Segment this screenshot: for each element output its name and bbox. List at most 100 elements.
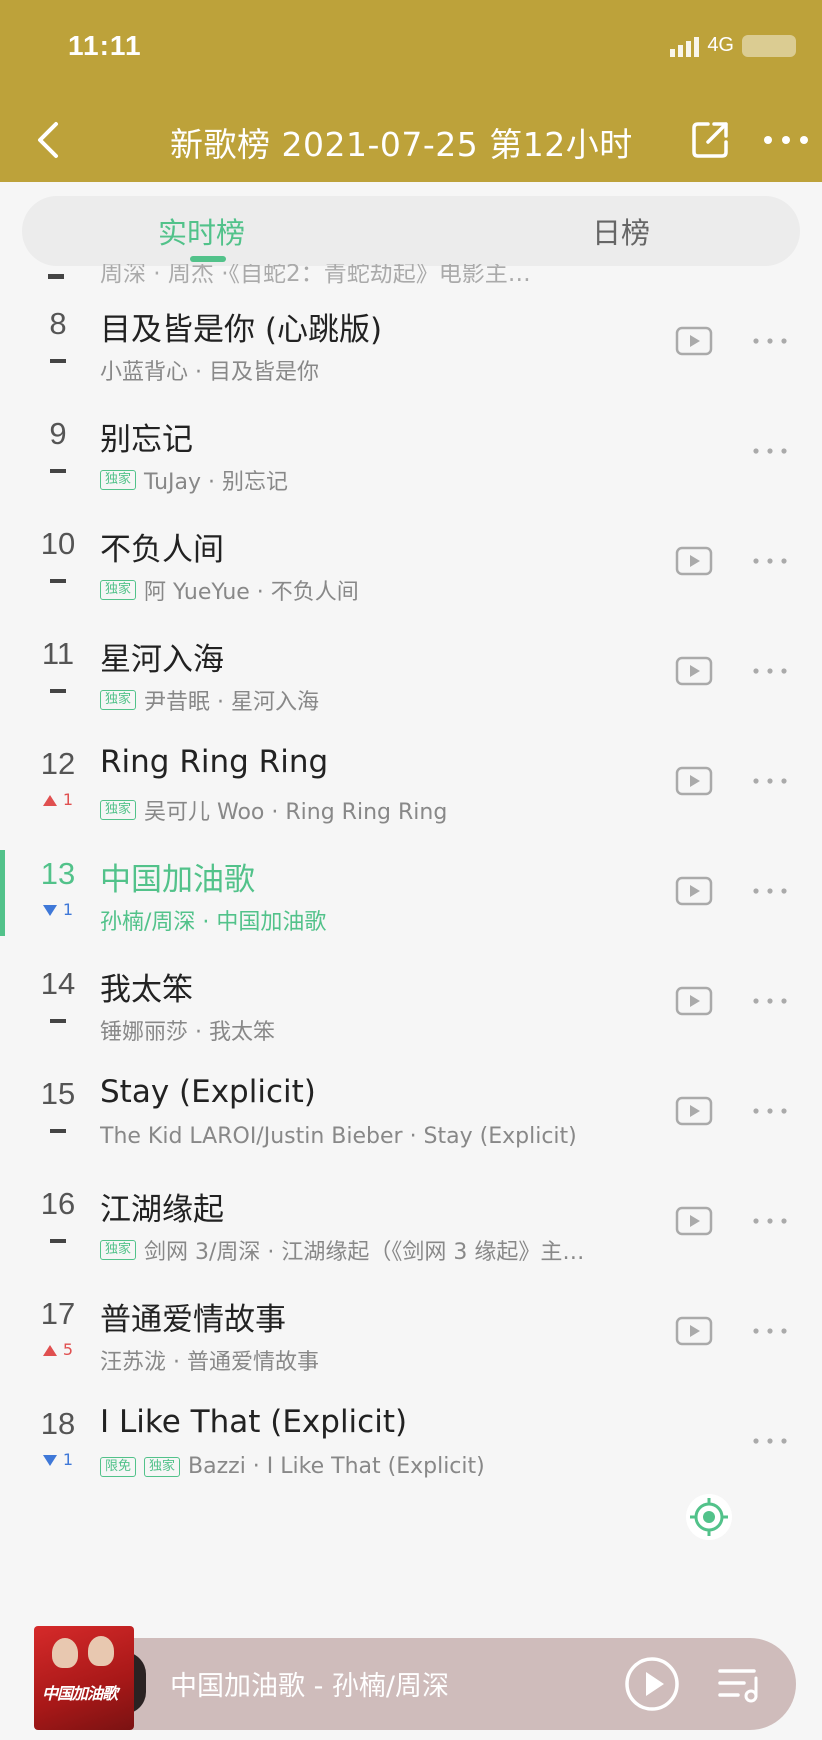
- song-title: Stay (Explicit): [100, 1074, 316, 1110]
- network-type: 4G: [707, 34, 734, 56]
- mv-play-icon[interactable]: [675, 766, 713, 796]
- song-subtitle: 汪苏泷 · 普通爱情故事: [100, 1344, 319, 1376]
- back-button[interactable]: [28, 116, 68, 164]
- artist-album-text: 阿 YueYue · 不负人间: [144, 580, 359, 605]
- arrow-down-icon: [42, 1455, 57, 1466]
- play-icon[interactable]: [624, 1656, 680, 1712]
- song-row[interactable]: 13 1 中国加油歌 孙楠/周深 · 中国加油歌: [0, 842, 822, 964]
- artist-album-text: TuJay · 别忘记: [144, 470, 289, 495]
- no-change-dash: [50, 688, 66, 693]
- song-badge: 独家: [100, 690, 137, 710]
- more-options-icon[interactable]: [752, 886, 788, 896]
- artist-album-text: 剑网 3/周深 · 江湖缘起（《剑网 3 缘起》主…: [144, 1240, 585, 1265]
- list-item-partial: 周深 · 周杰 ·《自蛇2：青蛇劫起》电影主…: [0, 264, 822, 288]
- more-options-icon[interactable]: [752, 1436, 788, 1446]
- rank-number: 18: [40, 1406, 76, 1441]
- song-subtitle: 孙楠/周深 · 中国加油歌: [100, 904, 326, 936]
- song-title: I Like That (Explicit): [100, 1404, 408, 1440]
- song-row[interactable]: 9 别忘记 独家 TuJay · 别忘记: [0, 402, 822, 524]
- status-icons: 4G: [670, 34, 796, 57]
- rank-number: 8: [49, 306, 67, 341]
- more-options-icon[interactable]: [752, 446, 788, 456]
- rank-number: 15: [40, 1076, 76, 1111]
- rank-number: 16: [40, 1186, 76, 1221]
- more-options-icon[interactable]: [752, 996, 788, 1006]
- rank-change-value: 1: [62, 1450, 74, 1469]
- chart-tabs: 实时榜 日榜: [22, 196, 800, 266]
- rank-change: [30, 1010, 86, 1029]
- more-options-icon[interactable]: [752, 1106, 788, 1116]
- tab-realtime[interactable]: 实时榜: [158, 210, 245, 252]
- song-row[interactable]: 8 目及皆是你 (心跳版) 小蓝背心 · 目及皆是你: [0, 292, 822, 414]
- song-title: 别忘记: [100, 422, 193, 458]
- rank-change: [30, 460, 86, 479]
- song-subtitle: 锤娜丽莎 · 我太笨: [100, 1014, 275, 1046]
- mv-play-icon[interactable]: [675, 546, 713, 576]
- more-options-icon[interactable]: [752, 556, 788, 566]
- rank-number: 11: [41, 636, 75, 671]
- song-subtitle: 周深 · 周杰 ·《自蛇2：青蛇劫起》电影主…: [100, 264, 531, 287]
- album-cover[interactable]: 中国加油歌: [34, 1626, 134, 1730]
- more-options-icon[interactable]: [762, 128, 810, 152]
- song-title: 目及皆是你 (心跳版): [100, 312, 383, 348]
- song-subtitle: 独家 剑网 3/周深 · 江湖缘起（《剑网 3 缘起》主…: [100, 1234, 584, 1266]
- more-options-icon[interactable]: [752, 336, 788, 346]
- song-row[interactable]: 14 我太笨 锤娜丽莎 · 我太笨: [0, 952, 822, 1074]
- song-title: 我太笨: [100, 972, 193, 1008]
- no-change-dash: [50, 1238, 66, 1243]
- song-badge: 独家: [100, 800, 137, 820]
- no-change-dash: [50, 1128, 66, 1133]
- rank-change: [30, 680, 86, 699]
- song-subtitle: 独家 TuJay · 别忘记: [100, 464, 288, 496]
- artist-album-text: Bazzi · I Like That (Explicit): [188, 1454, 485, 1479]
- rank-change: 1: [30, 900, 86, 919]
- song-subtitle: 独家 尹昔眠 · 星河入海: [100, 684, 319, 716]
- mv-play-icon[interactable]: [675, 876, 713, 906]
- song-row[interactable]: 15 Stay (Explicit) The Kid LAROI/Justin Bi…: [0, 1062, 822, 1184]
- page-title: 新歌榜 2021-07-25 第12小时: [170, 125, 633, 164]
- top-app-bar: 11:11 4G 新歌榜 2021-07-25 第12小时: [0, 0, 822, 182]
- battery-icon: [742, 34, 796, 57]
- song-title: 不负人间: [100, 532, 224, 568]
- rank-number: 12: [40, 746, 76, 781]
- mv-play-icon[interactable]: [675, 326, 713, 356]
- rank-change: 5: [30, 1340, 86, 1359]
- song-title: 普通爱情故事: [100, 1302, 286, 1338]
- song-badge: 独家: [100, 1240, 137, 1260]
- no-change-dash: [50, 1018, 66, 1023]
- song-badge: 限免: [100, 1456, 137, 1477]
- now-playing-indicator: [0, 850, 5, 936]
- artist-album-text: 小蓝背心 · 目及皆是你: [100, 360, 319, 385]
- mv-play-icon[interactable]: [675, 1316, 713, 1346]
- arrow-up-icon: [42, 1345, 57, 1356]
- mv-play-icon[interactable]: [675, 1096, 713, 1126]
- more-options-icon[interactable]: [752, 666, 788, 676]
- now-playing-text[interactable]: 中国加油歌 - 孙楠/周深: [170, 1664, 449, 1703]
- song-subtitle: The Kid LAROI/Justin Bieber · Stay (Expl…: [100, 1124, 577, 1149]
- mv-play-icon[interactable]: [675, 656, 713, 686]
- share-icon[interactable]: [688, 118, 732, 162]
- locate-current-icon[interactable]: [686, 1494, 732, 1540]
- rank-change-dash: [48, 274, 64, 279]
- cover-title: 中国加油歌: [42, 1684, 118, 1703]
- song-badge: 独家: [100, 580, 137, 600]
- song-row[interactable]: 11 星河入海 独家 尹昔眠 · 星河入海: [0, 622, 822, 744]
- song-row[interactable]: 10 不负人间 独家阿 YueYue · 不负人间: [0, 512, 822, 634]
- song-row[interactable]: 12 1 Ring Ring Ring 独家 吴可儿 Woo · Ring Ring R…: [0, 732, 822, 854]
- artist-album-text: 汪苏泷 · 普通爱情故事: [100, 1350, 319, 1375]
- mv-play-icon[interactable]: [675, 1206, 713, 1236]
- mv-play-icon[interactable]: [675, 986, 713, 1016]
- artist-album-text: The Kid LAROI/Justin Bieber · Stay (Expl…: [100, 1124, 577, 1149]
- artist-album-text: 孙楠/周深 · 中国加油歌: [100, 910, 327, 935]
- playlist-icon[interactable]: [718, 1666, 762, 1704]
- more-options-icon[interactable]: [752, 776, 788, 786]
- more-options-icon[interactable]: [752, 1216, 788, 1226]
- tab-daily[interactable]: 日榜: [592, 210, 650, 252]
- signal-icon: [670, 35, 700, 57]
- more-options-icon[interactable]: [752, 1326, 788, 1336]
- artist-album-text: 吴可儿 Woo · Ring Ring Ring: [144, 800, 448, 825]
- song-row[interactable]: 16 江湖缘起 独家 剑网 3/周深 · 江湖缘起（《剑网 3 缘起》主…: [0, 1172, 822, 1294]
- cover-figure: [52, 1638, 78, 1668]
- song-row[interactable]: 17 5 普通爱情故事 汪苏泷 · 普通爱情故事: [0, 1282, 822, 1404]
- rank-change: [30, 1120, 86, 1139]
